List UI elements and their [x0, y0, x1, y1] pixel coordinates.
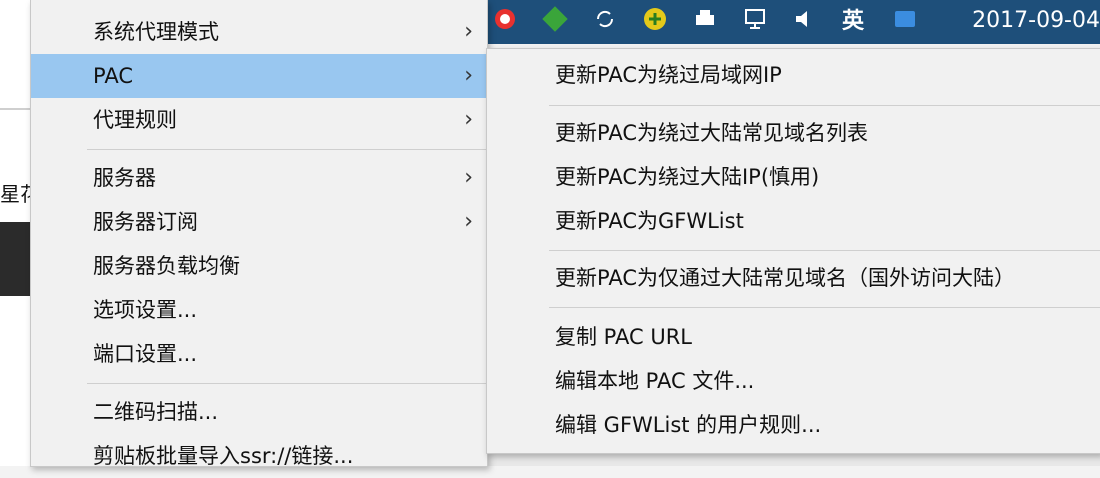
pac-item-bypass-lan[interactable]: 更新PAC为绕过局域网IP: [487, 53, 1100, 97]
menu-item-label: 服务器: [93, 166, 156, 190]
printer-icon[interactable]: [690, 4, 720, 34]
menu-item-label: 代理规则: [93, 108, 177, 132]
menu-item-label: 更新PAC为绕过大陆常见域名列表: [555, 121, 868, 145]
pac-item-edit-gfwlist-rules[interactable]: 编辑 GFWList 的用户规则...: [487, 403, 1100, 447]
menu-item-server-subscription[interactable]: 服务器订阅 ›: [31, 200, 487, 244]
menu-item-label: 服务器负载均衡: [93, 254, 240, 278]
pac-item-copy-url[interactable]: 复制 PAC URL: [487, 315, 1100, 359]
menu-item-label: 选项设置...: [93, 298, 198, 322]
menu-item-label: 服务器订阅: [93, 210, 198, 234]
menu-item-label: 更新PAC为仅通过大陆常见域名（国外访问大陆）: [555, 266, 1015, 290]
menu-item-label: 更新PAC为GFWList: [555, 209, 744, 233]
refresh-icon[interactable]: [590, 4, 620, 34]
menu-item-options[interactable]: 选项设置...: [31, 288, 487, 332]
menu-separator: [87, 383, 487, 384]
app-icon[interactable]: [540, 4, 570, 34]
pac-item-gfwlist[interactable]: 更新PAC为GFWList: [487, 199, 1100, 243]
menu-item-servers[interactable]: 服务器 ›: [31, 156, 487, 200]
volume-icon[interactable]: [790, 4, 820, 34]
plus-icon[interactable]: [640, 4, 670, 34]
background-divider: [0, 108, 30, 110]
menu-item-label: 二维码扫描...: [93, 400, 219, 424]
pac-item-bypass-china-ip[interactable]: 更新PAC为绕过大陆IP(慎用): [487, 155, 1100, 199]
network-icon[interactable]: [740, 4, 770, 34]
taskbar: 英 2017-09-04: [486, 0, 1100, 44]
keyboard-icon[interactable]: [890, 4, 920, 34]
pac-submenu: 更新PAC为绕过局域网IP 更新PAC为绕过大陆常见域名列表 更新PAC为绕过大…: [486, 48, 1100, 454]
chevron-right-icon: ›: [464, 63, 473, 88]
pac-item-bypass-china-domains[interactable]: 更新PAC为绕过大陆常见域名列表: [487, 111, 1100, 155]
menu-item-label: 编辑本地 PAC 文件...: [555, 369, 755, 393]
menu-separator: [549, 307, 1100, 308]
menu-item-clipboard-import[interactable]: 剪贴板批量导入ssr://链接...: [31, 434, 487, 478]
background-window: [486, 452, 1100, 466]
menu-separator: [549, 105, 1100, 106]
menu-item-load-balance[interactable]: 服务器负载均衡: [31, 244, 487, 288]
menu-item-system-proxy-mode[interactable]: 系统代理模式 ›: [31, 10, 487, 54]
chevron-right-icon: ›: [464, 209, 473, 234]
menu-item-label: 剪贴板批量导入ssr://链接...: [93, 444, 354, 468]
menu-separator: [549, 250, 1100, 251]
menu-item-label: 更新PAC为绕过局域网IP: [555, 63, 782, 87]
chevron-right-icon: ›: [464, 19, 473, 44]
chevron-right-icon: ›: [464, 165, 473, 190]
menu-item-label: 编辑 GFWList 的用户规则...: [555, 413, 822, 437]
chevron-right-icon: ›: [464, 107, 473, 132]
menu-item-qr-scan[interactable]: 二维码扫描...: [31, 390, 487, 434]
weibo-icon[interactable]: [490, 4, 520, 34]
pac-item-edit-local-file[interactable]: 编辑本地 PAC 文件...: [487, 359, 1100, 403]
pac-item-only-china-domains[interactable]: 更新PAC为仅通过大陆常见域名（国外访问大陆）: [487, 256, 1100, 300]
menu-item-label: 端口设置...: [93, 342, 198, 366]
menu-item-pac[interactable]: PAC ›: [31, 54, 487, 98]
background-dark-panel: [0, 222, 30, 296]
menu-item-label: 复制 PAC URL: [555, 325, 692, 349]
context-menu: 系统代理模式 › PAC › 代理规则 › 服务器 › 服务器订阅 › 服务器负…: [30, 0, 488, 468]
menu-item-proxy-rules[interactable]: 代理规则 ›: [31, 98, 487, 142]
menu-item-label: 更新PAC为绕过大陆IP(慎用): [555, 165, 820, 189]
menu-item-label: 系统代理模式: [93, 20, 219, 44]
menu-separator: [87, 149, 487, 150]
clock[interactable]: 2017-09-04: [972, 8, 1100, 33]
input-indicator[interactable]: 英: [838, 4, 868, 34]
menu-item-port-settings[interactable]: 端口设置...: [31, 332, 487, 376]
menu-item-label: PAC: [93, 64, 133, 88]
